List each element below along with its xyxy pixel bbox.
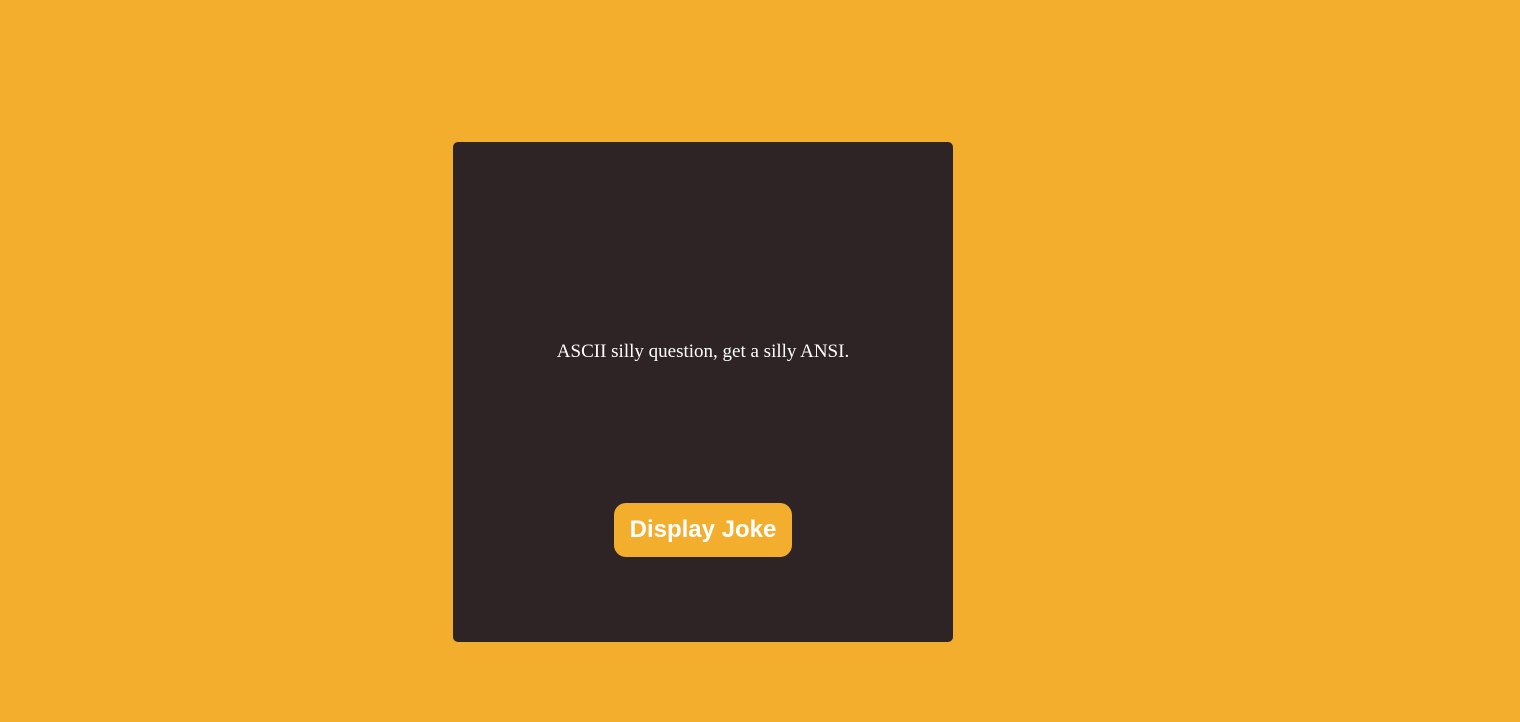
joke-text: ASCII silly question, get a silly ANSI.: [556, 341, 850, 362]
joke-card: ASCII silly question, get a silly ANSI. …: [453, 142, 953, 642]
display-joke-button[interactable]: Display Joke: [614, 503, 792, 557]
